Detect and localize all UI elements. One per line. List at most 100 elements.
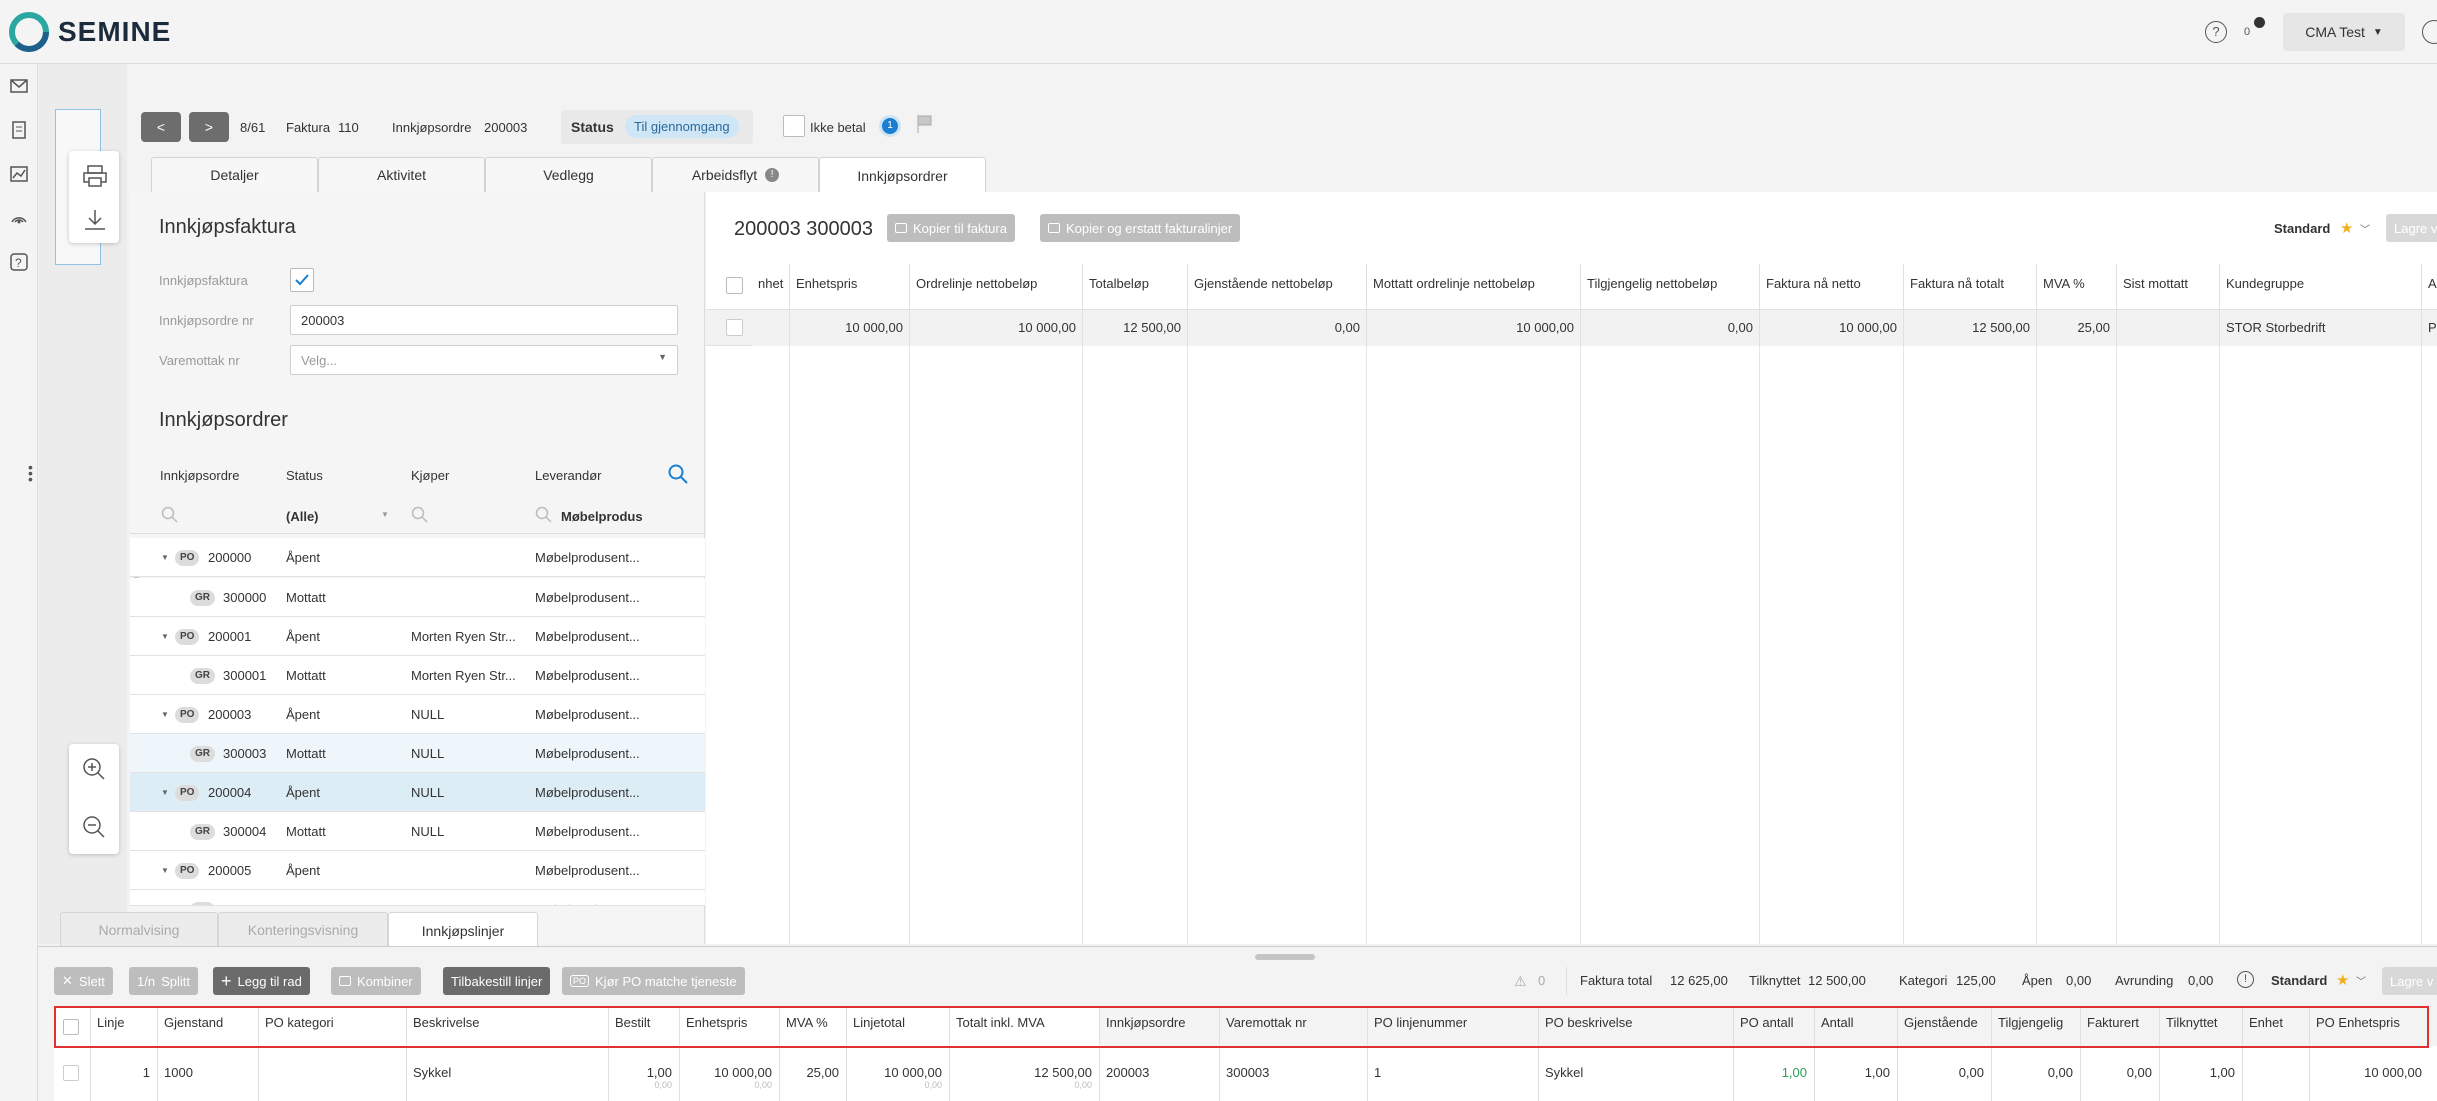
col-header[interactable]: A [2422,264,2437,310]
combine-button[interactable]: Kombiner [331,967,421,995]
print-icon[interactable] [82,163,108,189]
grid-cell[interactable]: P [2422,310,2437,346]
col-header[interactable]: Faktura nå totalt [1904,264,2037,310]
col-header[interactable]: Bestilt [615,1015,650,1030]
col-header[interactable]: Faktura nå netto [1760,264,1904,310]
col-header[interactable]: Gjenstand [164,1015,223,1030]
star-icon[interactable]: ★ [2340,219,2353,237]
tab-konteringsvisning[interactable]: Konteringsvisning [218,912,388,947]
zoom-out-icon[interactable] [81,814,107,840]
col-header[interactable]: Kundegruppe [2220,264,2422,310]
chevron-down-icon[interactable]: ▼ [161,632,169,641]
documents-icon[interactable] [9,120,29,140]
col-header[interactable]: Gjenstående [1904,1015,1978,1030]
alert-circle-icon[interactable]: ! [2237,971,2254,988]
col-header[interactable]: Mottatt ordrelinje nettobeløp [1367,264,1581,310]
grid-cell[interactable]: 12 500,00 [950,1065,1092,1080]
list-item[interactable]: GR 300001 Mottatt Morten Ryen Str... Møbelpr… [130,656,705,695]
grid-cell[interactable]: 1,00 [1815,1065,1890,1080]
grid-cell[interactable]: 25,00 [2037,310,2117,346]
grid-cell[interactable]: 10 000,00 [1367,310,1581,346]
filter-search-icon[interactable] [161,506,179,524]
col-header[interactable]: Gjenstående nettobeløp [1188,264,1367,310]
col-header[interactable]: Tilknyttet [2166,1015,2218,1030]
save-view-button[interactable]: Lagre v [2386,214,2437,242]
col-header[interactable]: PO beskrivelse [1545,1015,1632,1030]
bottom-view-selector[interactable]: Standard [2271,973,2327,988]
col-header[interactable]: nhet [752,264,790,310]
grid-cell[interactable]: 300003 [1226,1065,1269,1080]
col-header[interactable]: Beskrivelse [413,1015,479,1030]
col-header[interactable]: Ordrelinje nettobeløp [910,264,1083,310]
chevron-down-icon[interactable]: ▼ [161,553,169,562]
run-po-match-button[interactable]: PO Kjør PO matche tjeneste [562,967,745,995]
grid-cell[interactable]: 10 000,00 [1760,310,1904,346]
list-item[interactable]: ▼ PO 200003 Åpent NULL Møbelprodusent... [130,695,705,734]
notification-icon[interactable]: 0 [2244,17,2266,43]
chevron-down-icon[interactable]: ﹀ [2356,973,2366,988]
grid-cell[interactable]: 0,00 [1992,1065,2073,1080]
help-icon[interactable]: ? [2205,21,2227,43]
upload-icon[interactable] [2422,20,2437,44]
col-header[interactable]: Antall [1821,1015,1854,1030]
grid-cell[interactable]: 1 [1374,1065,1381,1080]
copy-to-invoice-button[interactable]: Kopier til faktura [887,214,1015,242]
tab-vedlegg[interactable]: Vedlegg [485,157,652,192]
grid-cell[interactable]: 10 000,00 [790,310,910,346]
zoom-in-icon[interactable] [81,756,107,782]
select-all-checkbox[interactable] [726,277,743,294]
help-circle-icon[interactable]: ? [9,252,29,272]
tab-detaljer[interactable]: Detaljer [151,157,318,192]
col-header[interactable]: Linje [97,1015,124,1030]
col-header[interactable]: Innkjøpsordre [1106,1015,1185,1030]
star-icon[interactable]: ★ [2336,971,2349,989]
grid-cell[interactable]: 0,00 [1898,1065,1984,1080]
tab-normalvising[interactable]: Normalvising [60,912,218,947]
tab-arbeidsflyt[interactable]: Arbeidsflyt! [652,157,819,192]
col-header[interactable]: Sist mottatt [2117,264,2220,310]
view-selector[interactable]: Standard [2274,221,2330,236]
col-header[interactable]: Varemottak nr [1226,1015,1307,1030]
signal-icon[interactable] [9,208,29,228]
bottom-save-view-button[interactable]: Lagre v [2382,967,2437,995]
col-header[interactable]: Linjetotal [853,1015,905,1030]
split-button[interactable]: 1/n Splitt [129,967,198,995]
grid-cell[interactable]: 12 500,00 [1904,310,2037,346]
col-header[interactable]: Totalt inkl. MVA [956,1015,1045,1030]
grid-cell[interactable]: 0,00 [1581,310,1760,346]
goods-receipt-select[interactable]: Velg... ▼ [290,345,678,375]
delete-button[interactable]: ✕ Slett [54,967,113,995]
buyer-filter-search-icon[interactable] [411,506,429,524]
grid-cell[interactable] [2117,310,2220,346]
chevron-down-icon[interactable]: ▼ [161,788,169,797]
select-all-checkbox[interactable] [63,1019,79,1035]
user-menu-button[interactable]: CMA Test ▼ [2283,13,2405,51]
grid-cell[interactable]: 10 000,00 [847,1065,942,1080]
grid-cell[interactable]: Sykkel [1545,1065,1583,1080]
col-status[interactable]: Status [286,468,323,483]
info-badge[interactable]: 1 [879,115,901,137]
col-leverandor[interactable]: Leverandør [535,468,601,483]
grid-cell[interactable]: 25,00 [780,1065,839,1080]
grid-cell[interactable]: 12 500,00 [1083,310,1188,346]
prev-button[interactable]: < [141,112,181,142]
col-header[interactable]: Enhetspris [790,264,910,310]
innkjopsfaktura-checkbox[interactable] [290,268,314,292]
chevron-down-icon[interactable]: ▼ [161,866,169,875]
col-header[interactable]: Enhetspris [686,1015,747,1030]
search-icon[interactable] [667,463,689,485]
grid-cell[interactable]: 1000 [164,1065,193,1080]
col-header[interactable]: PO linjenummer [1374,1015,1467,1030]
tab-innkjopsordrer[interactable]: Innkjøpsordrer [819,157,986,193]
next-button[interactable]: > [189,112,229,142]
copy-replace-button[interactable]: Kopier og erstatt fakturalinjer [1040,214,1241,242]
add-row-button[interactable]: + Legg til rad [213,967,310,995]
reset-lines-button[interactable]: Tilbakestill linjer [443,967,551,995]
list-item[interactable]: ▼ PO 200004 Åpent NULL Møbelprodusent... [130,773,705,812]
col-header[interactable]: PO Enhetspris [2316,1015,2400,1030]
list-item[interactable]: GR 300000 Mottatt Møbelprodusent... [130,578,705,617]
grid-cell[interactable]: 200003 [1106,1065,1149,1080]
ikke-betal-checkbox[interactable] [783,115,805,137]
col-header[interactable]: Fakturert [2087,1015,2139,1030]
supplier-filter-search-icon[interactable] [535,506,553,524]
